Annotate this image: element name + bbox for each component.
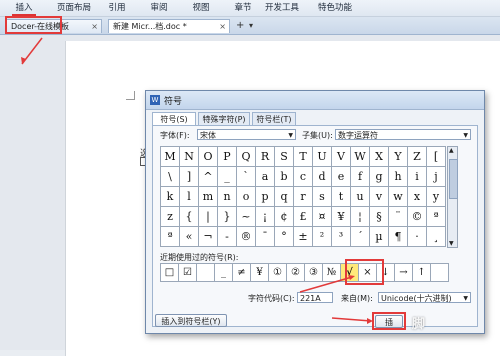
annotation-arrow-insert	[331, 317, 372, 322]
annotation-arrow-symbol	[299, 276, 353, 293]
annotation-arrowhead	[367, 318, 373, 324]
annotation-arrowhead	[348, 275, 355, 280]
annotation-arrows	[21, 37, 373, 324]
